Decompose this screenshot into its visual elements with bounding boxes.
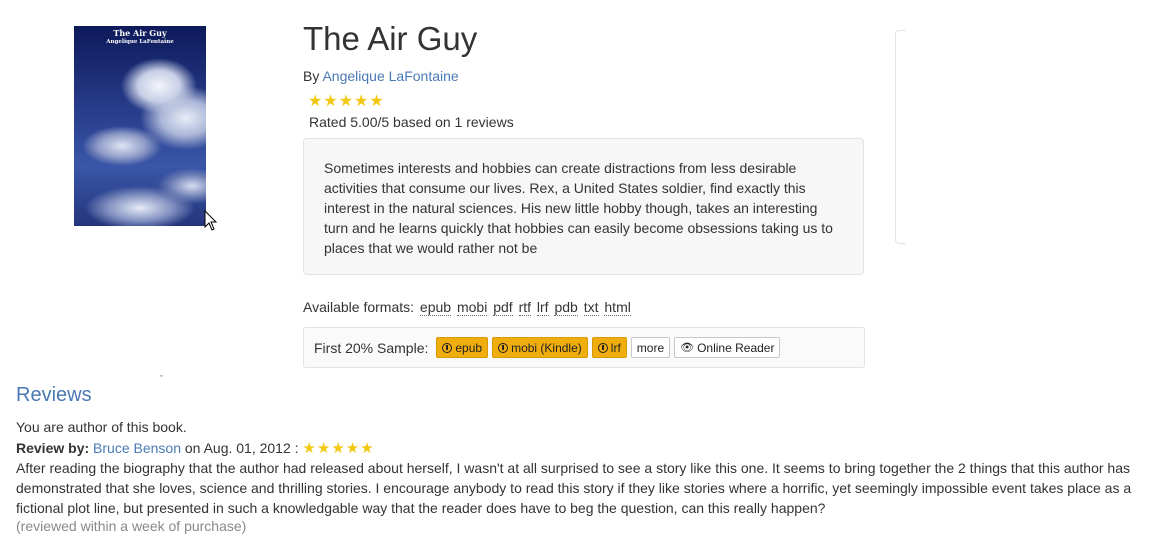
sample-epub-button[interactable]: epub xyxy=(436,337,489,358)
reviews-heading: Reviews xyxy=(16,384,92,406)
cover-author: Angelique LaFontaine xyxy=(106,39,174,45)
sample-label: First 20% Sample: xyxy=(314,339,429,356)
eye-icon: 👁 xyxy=(680,342,695,354)
online-reader-button[interactable]: 👁 Online Reader xyxy=(674,337,781,358)
format-rtf[interactable]: rtf xyxy=(518,299,532,316)
review-stars: ★★★★★ xyxy=(302,440,375,457)
side-panel xyxy=(895,30,906,244)
format-txt[interactable]: txt xyxy=(583,299,599,316)
online-reader-label: Online Reader xyxy=(697,340,775,355)
book-cover-image[interactable]: The Air Guy Angelique LaFontaine xyxy=(74,26,206,226)
available-formats: Available formats: epub mobi pdf rtf lrf… xyxy=(303,299,631,316)
format-mobi[interactable]: mobi xyxy=(456,299,488,316)
sample-mobi-label: mobi (Kindle) xyxy=(511,340,582,355)
review-purchase-note: (reviewed within a week of purchase) xyxy=(16,518,247,534)
sample-mobi-button[interactable]: mobi (Kindle) xyxy=(492,337,588,358)
format-pdf[interactable]: pdf xyxy=(493,299,513,316)
sample-lrf-label: lrf xyxy=(610,340,621,355)
rating-summary: Rated 5.00/5 based on 1 reviews xyxy=(309,114,514,130)
book-title: The Air Guy xyxy=(303,20,478,57)
sample-download-bar: First 20% Sample: epub mobi (Kindle) lrf… xyxy=(303,327,865,368)
by-label: By xyxy=(303,68,320,84)
download-icon xyxy=(597,342,608,353)
format-html[interactable]: html xyxy=(604,299,631,316)
format-lrf[interactable]: lrf xyxy=(536,299,549,316)
download-icon xyxy=(498,342,509,353)
author-note: You are author of this book. xyxy=(16,419,187,435)
more-label: more xyxy=(636,340,665,355)
download-icon xyxy=(442,342,453,353)
formats-label: Available formats: xyxy=(303,299,415,315)
sample-epub-label: epub xyxy=(455,340,483,355)
description-text: Sometimes interests and hobbies can crea… xyxy=(324,160,833,256)
review-date: on Aug. 01, 2012 : xyxy=(184,440,299,456)
caret-icon: ˇ xyxy=(160,374,163,384)
byline: By Angelique LaFontaine xyxy=(303,68,459,84)
review-header: Review by: Bruce Benson on Aug. 01, 2012… xyxy=(16,439,375,457)
mouse-cursor-icon xyxy=(204,210,218,231)
rating-stars: ★★★★★ xyxy=(308,93,385,110)
cover-title: The Air Guy xyxy=(113,28,167,38)
review-text: After reading the biography that the aut… xyxy=(16,460,1132,516)
format-epub[interactable]: epub xyxy=(419,299,452,316)
review-by-label: Review by: xyxy=(16,440,90,456)
reviewer-link[interactable]: Bruce Benson xyxy=(93,440,181,456)
sample-lrf-button[interactable]: lrf xyxy=(591,337,627,358)
more-formats-button[interactable]: more xyxy=(630,337,671,358)
book-description: Sometimes interests and hobbies can crea… xyxy=(303,138,864,275)
format-pdb[interactable]: pdb xyxy=(554,299,578,316)
author-link[interactable]: Angelique LaFontaine xyxy=(322,68,458,84)
